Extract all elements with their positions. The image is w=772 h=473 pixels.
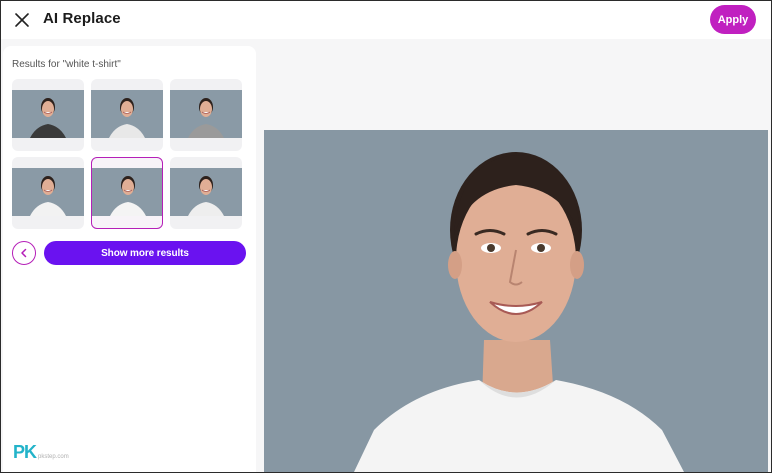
- result-thumbnail[interactable]: [170, 157, 242, 229]
- page-title: AI Replace: [43, 10, 121, 27]
- result-thumbnail[interactable]: [170, 79, 242, 151]
- result-thumbnail-image: [12, 168, 84, 216]
- result-thumbnail-image: [170, 90, 242, 138]
- edited-photo: [264, 130, 768, 472]
- portrait-image: [264, 130, 768, 472]
- apply-button[interactable]: Apply: [710, 5, 756, 34]
- chevron-left-icon: [21, 248, 27, 258]
- result-thumbnail-image: [170, 168, 242, 216]
- result-thumbnail[interactable]: [12, 79, 84, 151]
- results-panel: Results for "white t-shirt" Show more re…: [3, 46, 256, 472]
- show-more-results-button[interactable]: Show more results: [44, 241, 246, 265]
- results-label: Results for "white t-shirt": [12, 59, 121, 70]
- result-thumbnail-image: [92, 168, 162, 216]
- app-window: AI Replace Apply Results for "white t-sh…: [0, 0, 772, 473]
- result-thumbnail-image: [91, 90, 163, 138]
- close-icon: [15, 13, 29, 27]
- watermark-logo: PK pkstep.com: [13, 442, 69, 462]
- previous-button[interactable]: [12, 241, 36, 265]
- result-thumbnail[interactable]: [91, 79, 163, 151]
- header-bar: AI Replace Apply: [1, 1, 771, 39]
- result-thumbnail-image: [12, 90, 84, 138]
- result-thumbnail[interactable]: [12, 157, 84, 229]
- result-thumbnail[interactable]: [91, 157, 163, 229]
- close-button[interactable]: [12, 10, 32, 30]
